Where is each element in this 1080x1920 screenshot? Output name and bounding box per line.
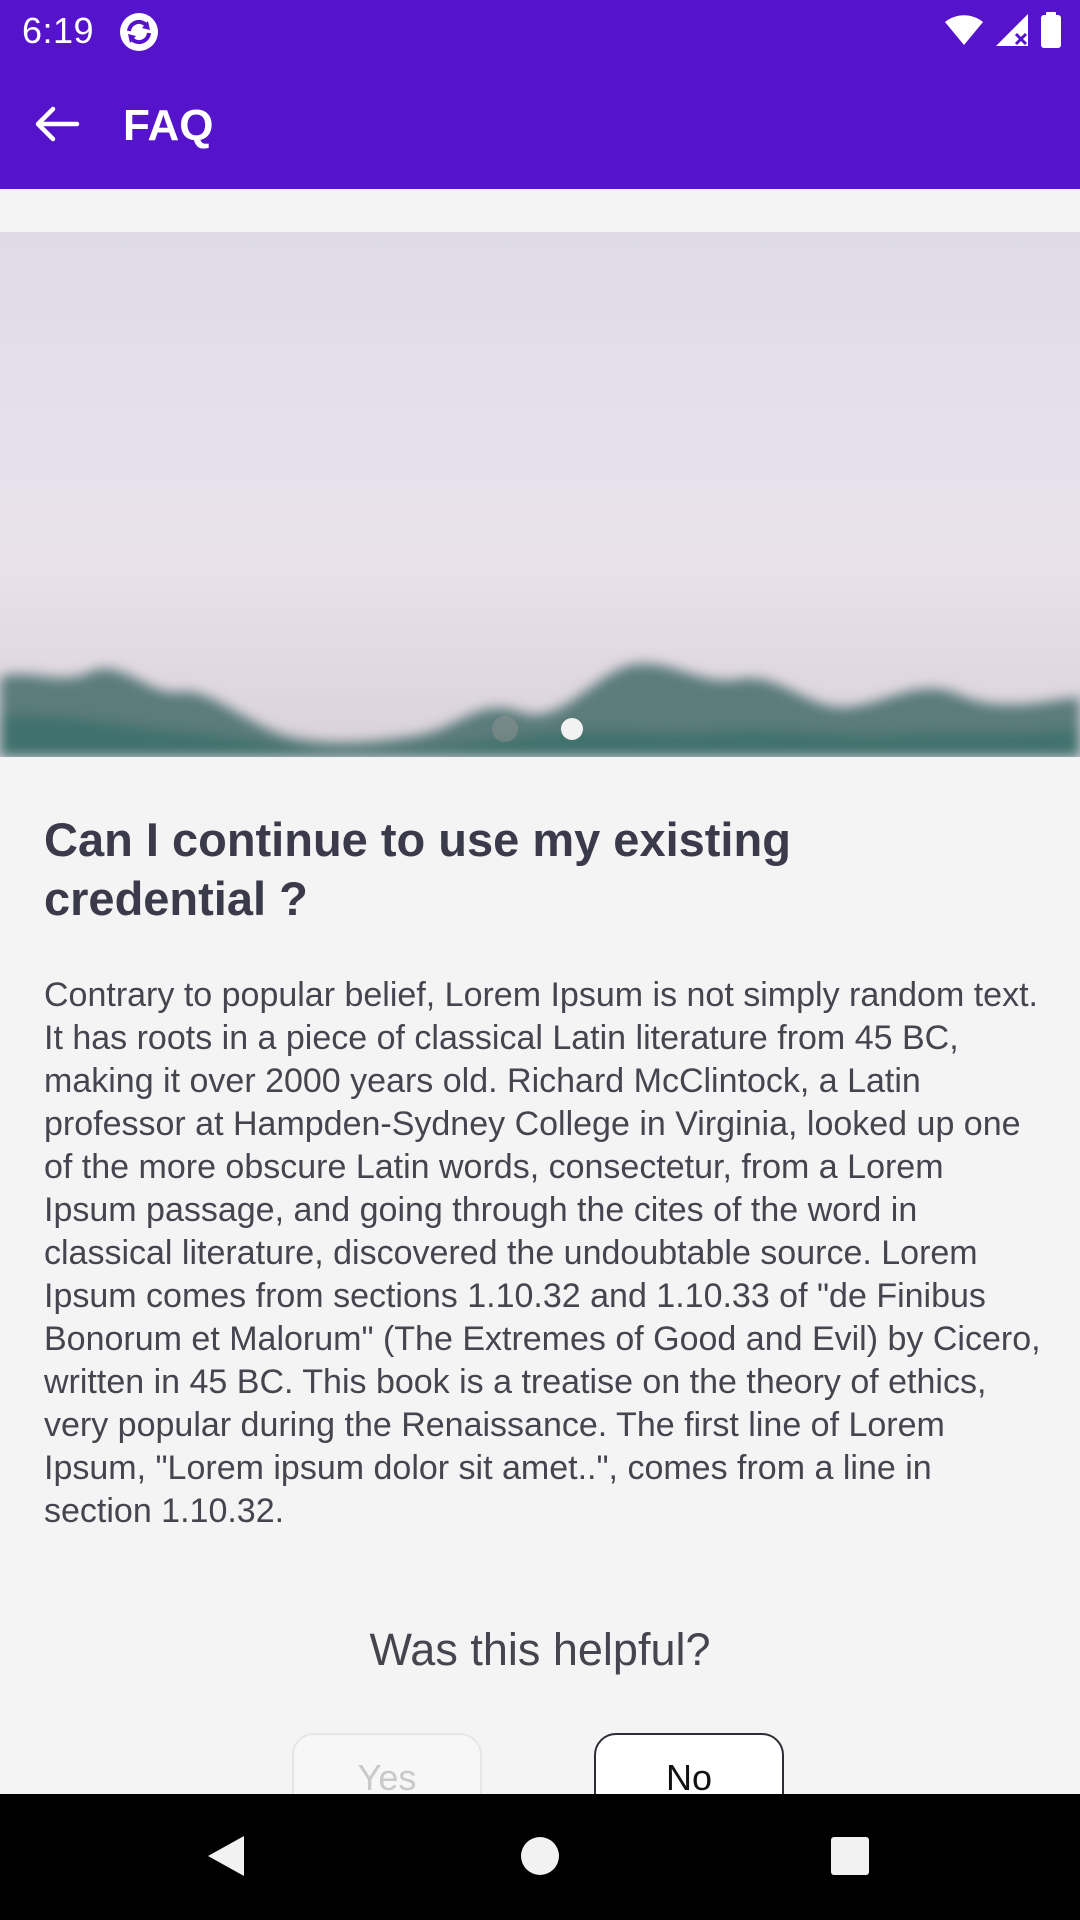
wifi-icon: [944, 13, 984, 52]
helpful-question: Was this helpful?: [369, 1624, 711, 1675]
status-icons: [944, 11, 1062, 53]
page-dot-active[interactable]: [561, 718, 583, 740]
back-triangle-icon: [204, 1832, 248, 1885]
recents-square-icon: [828, 1834, 872, 1883]
cellular-signal-icon: [994, 12, 1030, 53]
faq-question: Can I continue to use my existing creden…: [44, 813, 791, 925]
nav-back-button[interactable]: [198, 1830, 254, 1886]
battery-icon: [1040, 11, 1062, 53]
sync-icon: [118, 11, 160, 53]
arrow-left-icon: [33, 104, 81, 149]
page-dot[interactable]: [492, 716, 518, 742]
status-time: 6:19: [22, 10, 95, 51]
nav-home-button[interactable]: [512, 1830, 568, 1886]
faq-banner-image[interactable]: [0, 232, 1080, 757]
back-button[interactable]: [22, 91, 92, 161]
faq-answer: Contrary to popular belief, Lorem Ipsum …: [44, 976, 1041, 1530]
home-circle-icon: [518, 1834, 562, 1883]
nav-recents-button[interactable]: [822, 1830, 878, 1886]
navigation-bar: [0, 1794, 1080, 1920]
app-bar: FAQ: [0, 63, 1080, 189]
status-bar: 6:19: [0, 0, 1080, 63]
page-title: FAQ: [123, 101, 214, 150]
carousel-page-indicator[interactable]: [0, 716, 1080, 744]
